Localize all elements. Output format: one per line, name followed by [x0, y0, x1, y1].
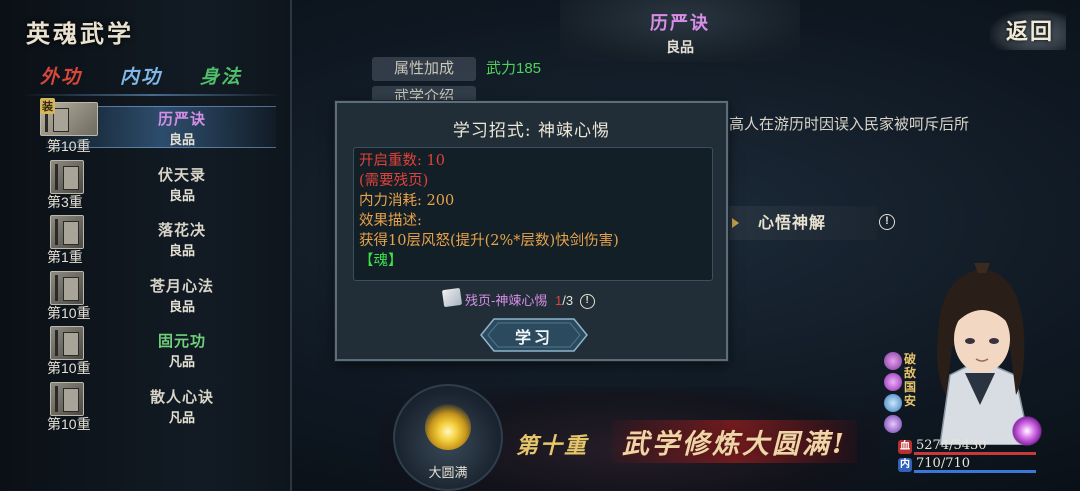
internal-cost-text: 内力消耗: 200: [359, 193, 455, 209]
learn-button[interactable]: 学习: [480, 318, 588, 352]
info-icon[interactable]: !: [879, 214, 895, 230]
needs-fragment-text: (需要残页): [359, 173, 429, 189]
hp-bar: [914, 452, 1036, 455]
mp-icon: 内: [898, 458, 912, 472]
skill-level: 第10重: [47, 304, 91, 321]
skill-list: 装 第10重 历严诀 良品 第3重 伏天录 良品 第1重 落花决 良品 第10重…: [36, 98, 280, 434]
skill-level: 第10重: [47, 415, 91, 432]
info-icon[interactable]: !: [579, 294, 595, 310]
lamp-icon: [425, 404, 471, 450]
fragment-requirement: 残页-神竦心惕 1/3 !: [441, 287, 595, 310]
fragment-count: 1/3: [555, 293, 573, 308]
hp-value: 5274/5430: [916, 438, 987, 453]
hp-icon: 血: [898, 440, 912, 454]
sidebar: 英魂武学 外功 内功 身法 装 第10重 历严诀 良品 第3重 伏天录 良品 第…: [0, 0, 292, 491]
category-tabs: 外功 内功 身法: [22, 58, 284, 96]
skill-level: 第10重: [47, 360, 91, 377]
page-grade: 良品: [666, 40, 694, 56]
tab-internal[interactable]: 内功: [120, 62, 162, 89]
effect-text: 获得10层风怒(提升(2%*层数)快剑伤害): [359, 233, 619, 249]
skill-name: 苍月心法: [149, 276, 214, 295]
skill-item[interactable]: 第1重 落花决 良品: [36, 211, 280, 267]
insight-tag[interactable]: 心悟神解: [728, 206, 878, 240]
skill-item[interactable]: 第10重 固元功 凡品: [36, 322, 280, 378]
arrow-right-icon: [732, 218, 739, 228]
skill-grade: 良品: [168, 133, 195, 148]
fragment-required: /3: [562, 293, 574, 308]
buff-icon[interactable]: [884, 352, 902, 370]
skill-item[interactable]: 装 第10重 历严诀 良品: [36, 98, 280, 156]
effect-label: 效果描述:: [359, 213, 422, 229]
skill-item[interactable]: 第10重 苍月心法 良品: [36, 267, 280, 323]
skill-grade: 良品: [168, 188, 195, 204]
skill-grade: 凡品: [168, 355, 195, 371]
move-details-box: 开启重数: 10 (需要残页) 内力消耗: 200 效果描述: 获得10层风怒(…: [353, 147, 713, 281]
page-title: 历严诀: [650, 13, 710, 34]
skill-swirl-icon[interactable]: [1012, 416, 1042, 446]
book-icon: [50, 381, 84, 416]
attribute-value: 武力185: [486, 60, 542, 77]
tab-movement[interactable]: 身法: [200, 62, 242, 89]
scroll-icon: [441, 287, 463, 308]
equipped-badge: 装: [40, 98, 55, 114]
sidebar-title: 英魂武学: [26, 19, 134, 48]
character-name: 破敌国安: [904, 352, 917, 408]
skill-name: 落花决: [157, 221, 206, 240]
skill-grade: 凡品: [168, 410, 195, 426]
book-icon: [50, 326, 84, 361]
buff-icon[interactable]: [884, 394, 902, 412]
dialog-title: 学习招式: 神竦心惕: [452, 121, 611, 141]
buff-icon[interactable]: [884, 373, 902, 391]
skill-level: 第3重: [47, 193, 83, 210]
attribute-label: 属性加成: [372, 57, 476, 81]
skill-level: 第1重: [47, 249, 83, 266]
book-icon: [50, 215, 84, 250]
skill-name: 固元功: [157, 332, 206, 351]
skill-item[interactable]: 第10重 散人心诀 凡品: [36, 378, 280, 434]
learn-button-label: 学习: [514, 328, 553, 347]
unlock-level-text: 开启重数: 10: [359, 153, 445, 169]
skill-level: 第10重: [47, 138, 91, 154]
soul-tag: 【魂】: [359, 253, 403, 269]
tab-external[interactable]: 外功: [40, 62, 82, 89]
skill-name: 散人心诀: [149, 387, 214, 406]
mp-bar: [914, 470, 1036, 473]
cultivation-complete-text: 武学修炼大圆满!: [612, 420, 857, 463]
skill-grade: 良品: [168, 244, 195, 260]
tenth-layer-text: 第十重: [516, 433, 589, 459]
buff-icon[interactable]: [884, 415, 902, 433]
skill-item[interactable]: 第3重 伏天录 良品: [36, 156, 280, 212]
tab-divider: [22, 94, 284, 96]
learn-move-dialog: 学习招式: 神竦心惕 开启重数: 10 (需要残页) 内力消耗: 200 效果描…: [335, 101, 728, 361]
fragment-label: 残页-神竦心惕: [465, 293, 548, 308]
skill-name: 伏天录: [157, 165, 206, 184]
mp-value: 710/710: [916, 456, 971, 471]
book-icon: [50, 270, 84, 305]
insight-label: 心悟神解: [758, 213, 827, 232]
skill-name: 历严诀: [157, 110, 206, 128]
completion-label: 大圆满: [428, 466, 468, 481]
skill-grade: 良品: [168, 299, 195, 315]
back-button[interactable]: 返回: [990, 10, 1066, 50]
intro-text: 高人在游历时因误入民家被呵斥后所: [729, 116, 970, 133]
book-icon: [50, 159, 84, 194]
